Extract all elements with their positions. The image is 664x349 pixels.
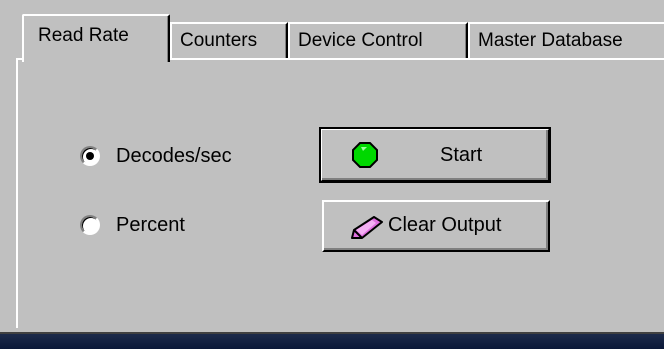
radio-button-selected[interactable] [80,146,100,166]
radio-decodes-per-sec[interactable]: Decodes/sec [80,142,232,170]
radio-button-unselected[interactable] [80,215,100,235]
tab-panel [16,58,664,328]
window-bottom-bar [0,332,664,349]
radio-label-decodes-per-sec: Decodes/sec [116,144,232,167]
start-button[interactable]: Start [319,127,551,183]
eraser-icon [350,216,384,246]
start-button-label: Start [440,144,483,166]
tab-read-rate[interactable]: Read Rate [22,14,170,62]
tab-device-control[interactable]: Device Control [288,22,468,60]
green-octagon-icon [352,142,378,174]
clear-output-button-label: Clear Output [388,214,502,236]
radio-percent[interactable]: Percent [80,211,185,239]
app-window: Counters Device Control Master Database … [0,0,664,349]
radio-label-percent: Percent [116,213,185,236]
tab-master-database[interactable]: Master Database [468,22,664,60]
radio-dot [86,152,94,160]
tab-counters[interactable]: Counters [170,22,288,60]
clear-output-button[interactable]: Clear Output [322,200,550,252]
